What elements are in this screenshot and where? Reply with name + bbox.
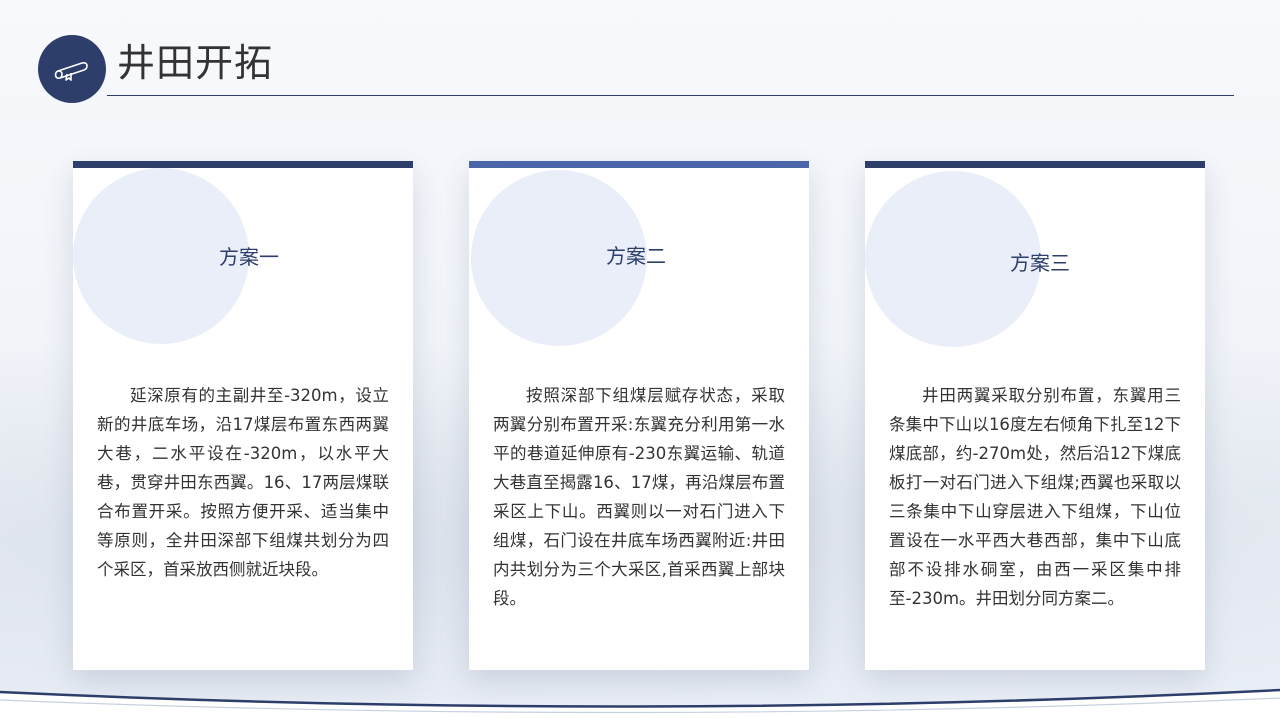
plan-card-3: 方案三 井田两翼采取分别布置，东翼用三条集中下山以16度左右倾角下扎至12下煤底… — [865, 161, 1205, 670]
card-body-text: 按照深部下组煤层赋存状态，采取两翼分别布置开采:东翼充分利用第一水平的巷道延伸原… — [493, 386, 785, 608]
page-title: 井田开拓 — [117, 41, 274, 85]
card-body-text: 延深原有的主副井至-320m，设立新的井底车场，沿17煤层布置东西两翼大巷，二水… — [97, 386, 389, 579]
card-body-text: 井田两翼采取分别布置，东翼用三条集中下山以16度左右倾角下扎至12下煤底部，约-… — [889, 386, 1181, 608]
card-title: 方案二 — [606, 244, 666, 268]
plan-card-2: 方案二 按照深部下组煤层赋存状态，采取两翼分别布置开采:东翼充分利用第一水平的巷… — [469, 161, 809, 670]
bottom-wave-decoration — [0, 688, 1280, 718]
card-top-bar — [469, 161, 809, 168]
card-top-bar — [865, 161, 1205, 168]
diploma-scroll-icon-graphic — [54, 62, 88, 81]
plan-card-1: 方案一 延深原有的主副井至-320m，设立新的井底车场，沿17煤层布置东西两翼大… — [73, 161, 413, 670]
diploma-scroll-icon — [38, 35, 106, 103]
title-divider — [107, 95, 1234, 96]
card-title: 方案一 — [219, 245, 279, 269]
card-title: 方案三 — [1010, 251, 1070, 275]
card-top-bar — [73, 161, 413, 168]
